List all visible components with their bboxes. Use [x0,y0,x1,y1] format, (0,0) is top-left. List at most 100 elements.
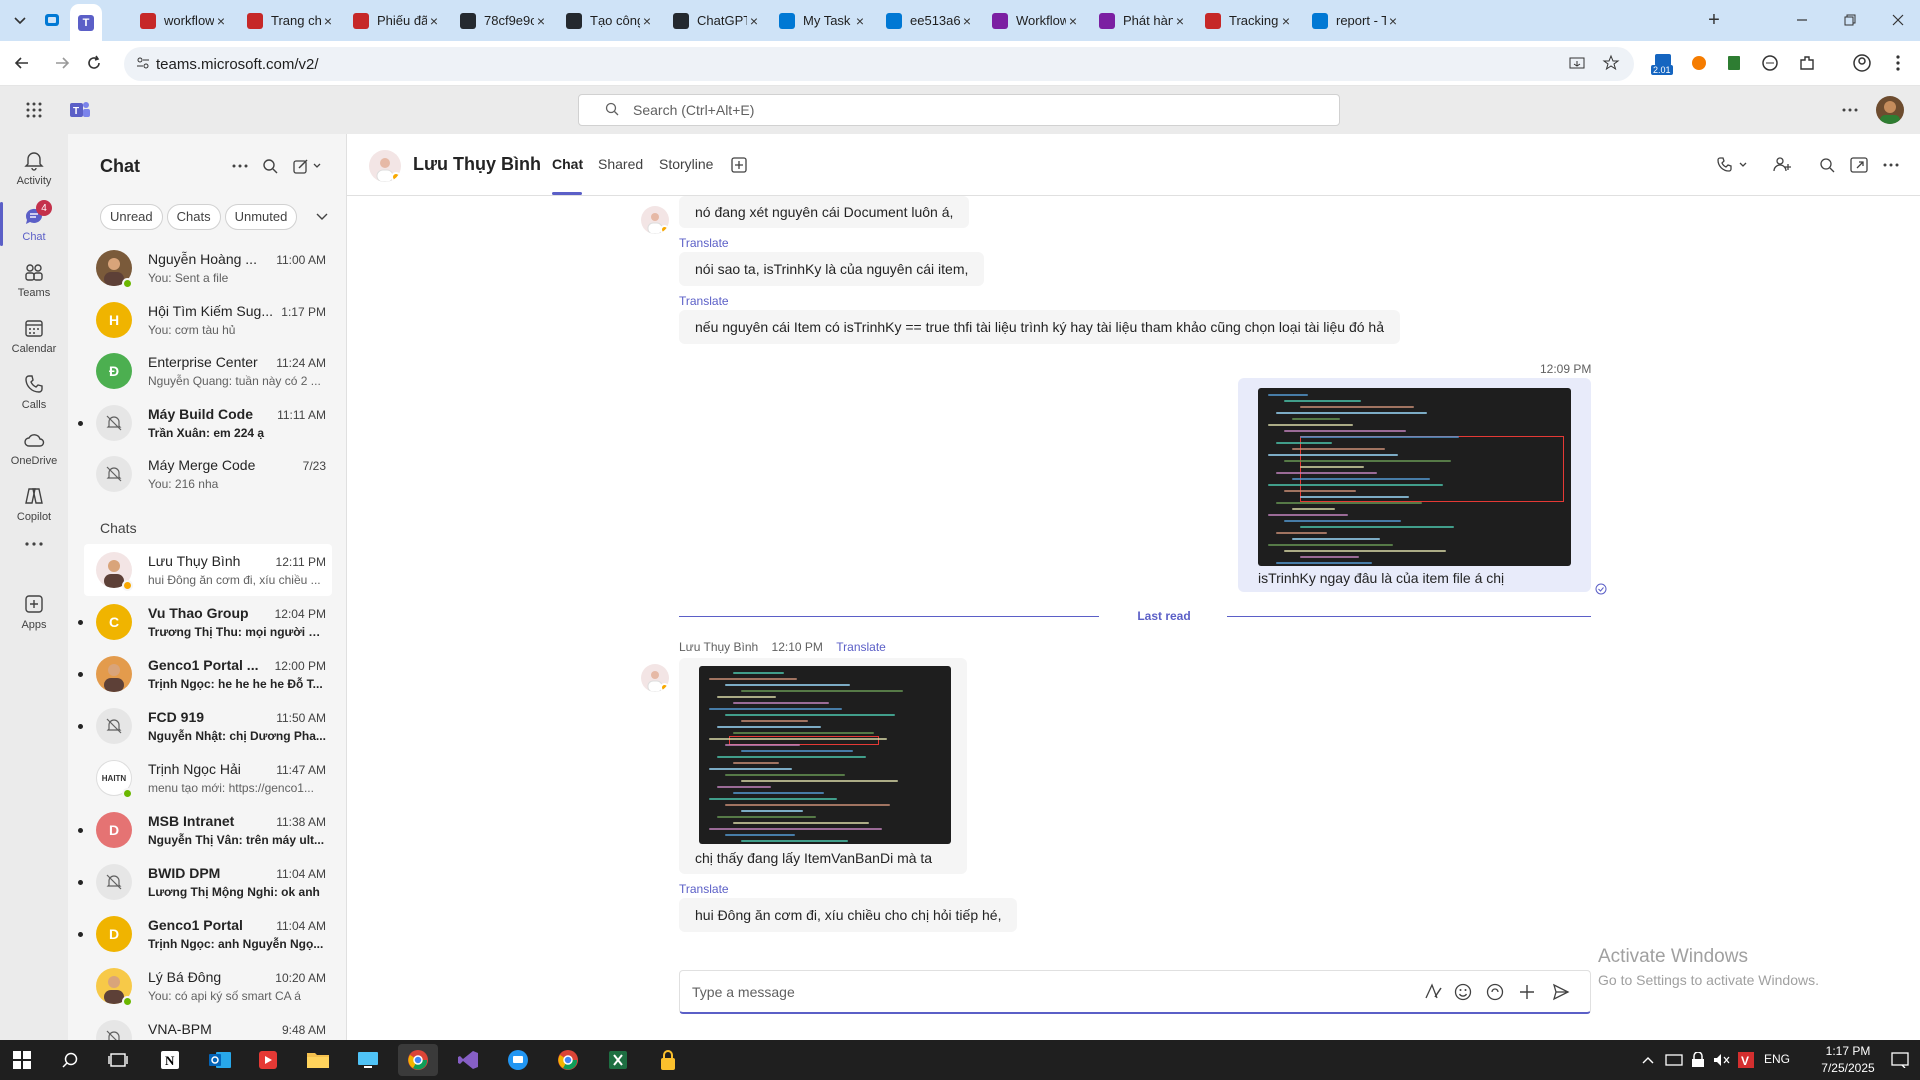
new-chat-icon[interactable] [290,154,326,178]
visual-studio-icon[interactable] [448,1044,488,1076]
security-lock-icon[interactable] [1686,1044,1710,1076]
filter-unmuted[interactable]: Unmuted [224,204,298,230]
code-screenshot-image[interactable] [1258,388,1571,566]
rail-more-apps[interactable] [0,526,68,566]
translate-link[interactable]: Translate [836,640,886,654]
rail-activity[interactable]: Activity [0,140,68,196]
forward-button[interactable] [50,51,74,75]
notifications-icon[interactable] [1882,1044,1918,1076]
close-tab-icon[interactable]: × [1386,13,1400,29]
screen-recorder-icon[interactable] [248,1044,288,1076]
chat-list-item[interactable]: D MSB Intranet 11:38 AM Nguyễn Thị Vân: trê… [78,804,332,856]
chat-list-item[interactable]: HAITN Trịnh Ngọc Hải 11:47 AM menu tạo mới:… [84,752,332,804]
browser-tab[interactable]: report - Tra× [1304,6,1408,35]
excel-icon[interactable] [598,1044,638,1076]
browser-tab[interactable]: ee513a66-× [878,6,982,35]
clock-time[interactable]: 1:17 PM [1808,1044,1888,1058]
chrome-active-icon[interactable] [398,1044,438,1076]
new-tab-button[interactable]: + [1702,8,1726,32]
network-icon[interactable] [1662,1044,1686,1076]
chat-list-item[interactable]: Máy Build Code 11:11 AM Trần Xuân: em 224 … [78,397,332,449]
message-composer[interactable]: Type a message [679,970,1591,1014]
chat-list-item[interactable]: Lý Bá Đông 10:20 AM You: có api ký số smar… [84,960,332,1012]
site-info-icon[interactable] [136,56,150,73]
close-tab-icon[interactable]: × [960,13,974,29]
message-bubble[interactable]: nói sao ta, isTrinhKy là của nguyên cái … [679,252,985,286]
bookmark-star-icon[interactable] [1602,54,1620,75]
close-tab-icon[interactable]: × [427,13,441,29]
message-bubble[interactable]: hui Đông ăn cơm đi, xíu chiều cho chị hỏ… [679,898,1018,932]
code-screenshot-image[interactable] [699,666,951,844]
close-tab-icon[interactable]: × [1173,13,1187,29]
browser-tab[interactable]: ChatGPT × [665,6,769,35]
message-bubble[interactable]: nó đang xét nguyên cái Document luôn á, [679,196,970,228]
people-icon[interactable] [1771,153,1795,177]
filter-chats[interactable]: Chats [166,204,221,230]
browser-tab[interactable]: Phát hành× [1091,6,1195,35]
close-tab-icon[interactable]: × [1279,13,1293,29]
loop-icon[interactable] [1486,983,1504,1004]
task-view-icon[interactable] [98,1044,138,1076]
copilot-tab-icon[interactable] [40,8,64,32]
lock-app-icon[interactable] [648,1044,688,1076]
taskbar-search-icon[interactable] [50,1044,90,1076]
chat-list-item[interactable]: FCD 919 11:50 AM Nguyễn Nhật: chị Dương Ph… [78,700,332,752]
translate-link[interactable]: Translate [679,882,729,896]
outlook-app-icon[interactable] [200,1044,240,1076]
chat-list-item[interactable]: H Hội Tìm Kiếm Sug... 1:17 PM You: cơm tàu … [84,294,332,346]
extension-orange-icon[interactable] [1687,51,1711,75]
close-tab-icon[interactable]: × [214,13,228,29]
notion-app-icon[interactable]: N [150,1044,190,1076]
rail-onedrive[interactable]: OneDrive [0,420,68,476]
browser-tab[interactable]: Trang chủ× [239,6,343,35]
rail-teams[interactable]: Teams [0,252,68,308]
tab-teams-active[interactable]: T [70,4,102,41]
close-tab-icon[interactable]: × [853,13,867,29]
conversation-search-icon[interactable] [1815,153,1839,177]
incoming-image-bubble[interactable]: chị thấy đang lấy ItemVanBanDi mà ta [679,658,967,874]
browser-tab[interactable]: My Task Th× [771,6,875,35]
attach-plus-icon[interactable] [1518,983,1536,1004]
contact-avatar[interactable] [369,150,401,182]
chrome-icon[interactable] [548,1044,588,1076]
tab-storyline[interactable]: Storyline [659,156,713,172]
chat-search-icon[interactable] [258,154,282,178]
close-window-button[interactable] [1886,8,1910,32]
start-button[interactable] [2,1044,42,1076]
install-app-icon[interactable] [1568,55,1586,76]
tab-chat[interactable]: Chat [552,156,583,172]
settings-more-icon[interactable] [1838,98,1862,122]
close-tab-icon[interactable]: × [1066,13,1080,29]
extensions-puzzle-icon[interactable] [1795,51,1819,75]
chat-list-item[interactable]: Máy Merge Code 7/23 You: 216 nha [84,448,332,500]
remote-desktop-icon[interactable] [348,1044,388,1076]
tab-search-icon[interactable] [8,8,32,32]
search-input[interactable]: Search (Ctrl+Alt+E) [578,94,1340,126]
chat-list-item[interactable]: Đ Enterprise Center 11:24 AM Nguyễn Quang: … [84,345,332,397]
language-indicator[interactable]: ENG [1764,1052,1790,1066]
my-message-bubble[interactable]: isTrinhKy ngay đâu là của item file á ch… [1238,378,1591,592]
vietnamese-ime-icon[interactable]: V [1734,1044,1758,1076]
user-avatar[interactable] [1876,96,1904,124]
restore-button[interactable] [1838,8,1862,32]
browser-tab[interactable]: workflowdy× [132,6,236,35]
emoji-icon[interactable] [1454,983,1472,1004]
show-hidden-icons[interactable] [1638,1044,1658,1076]
rail-calendar[interactable]: Calendar [0,308,68,364]
translate-link[interactable]: Translate [679,236,729,250]
tab-shared[interactable]: Shared [598,156,643,172]
chat-list-item[interactable]: Nguyễn Hoàng ... 11:00 AM You: Sent a file [84,242,332,294]
contact-name[interactable]: Lưu Thụy Bình [413,154,541,175]
chat-list-item[interactable]: C Vu Thao Group 12:04 PM Trương Thị Thu: mọ… [78,596,332,648]
rail-calls[interactable]: Calls [0,364,68,420]
teams-chat-taskbar-icon[interactable] [498,1044,538,1076]
close-tab-icon[interactable]: × [321,13,335,29]
browser-tab[interactable]: Tạo công c× [558,6,662,35]
browser-tab[interactable]: TrackingErr× [1197,6,1301,35]
rail-apps[interactable]: Apps [0,584,68,640]
chat-list-item[interactable]: D Genco1 Portal 11:04 AM Trịnh Ngọc: anh Ng… [78,908,332,960]
extension-game-icon[interactable] [1758,51,1782,75]
rail-copilot[interactable]: Copilot [0,476,68,532]
call-icon[interactable] [1713,153,1753,177]
message-bubble[interactable]: nếu nguyên cái Item có isTrinhKy == true… [679,310,1400,344]
